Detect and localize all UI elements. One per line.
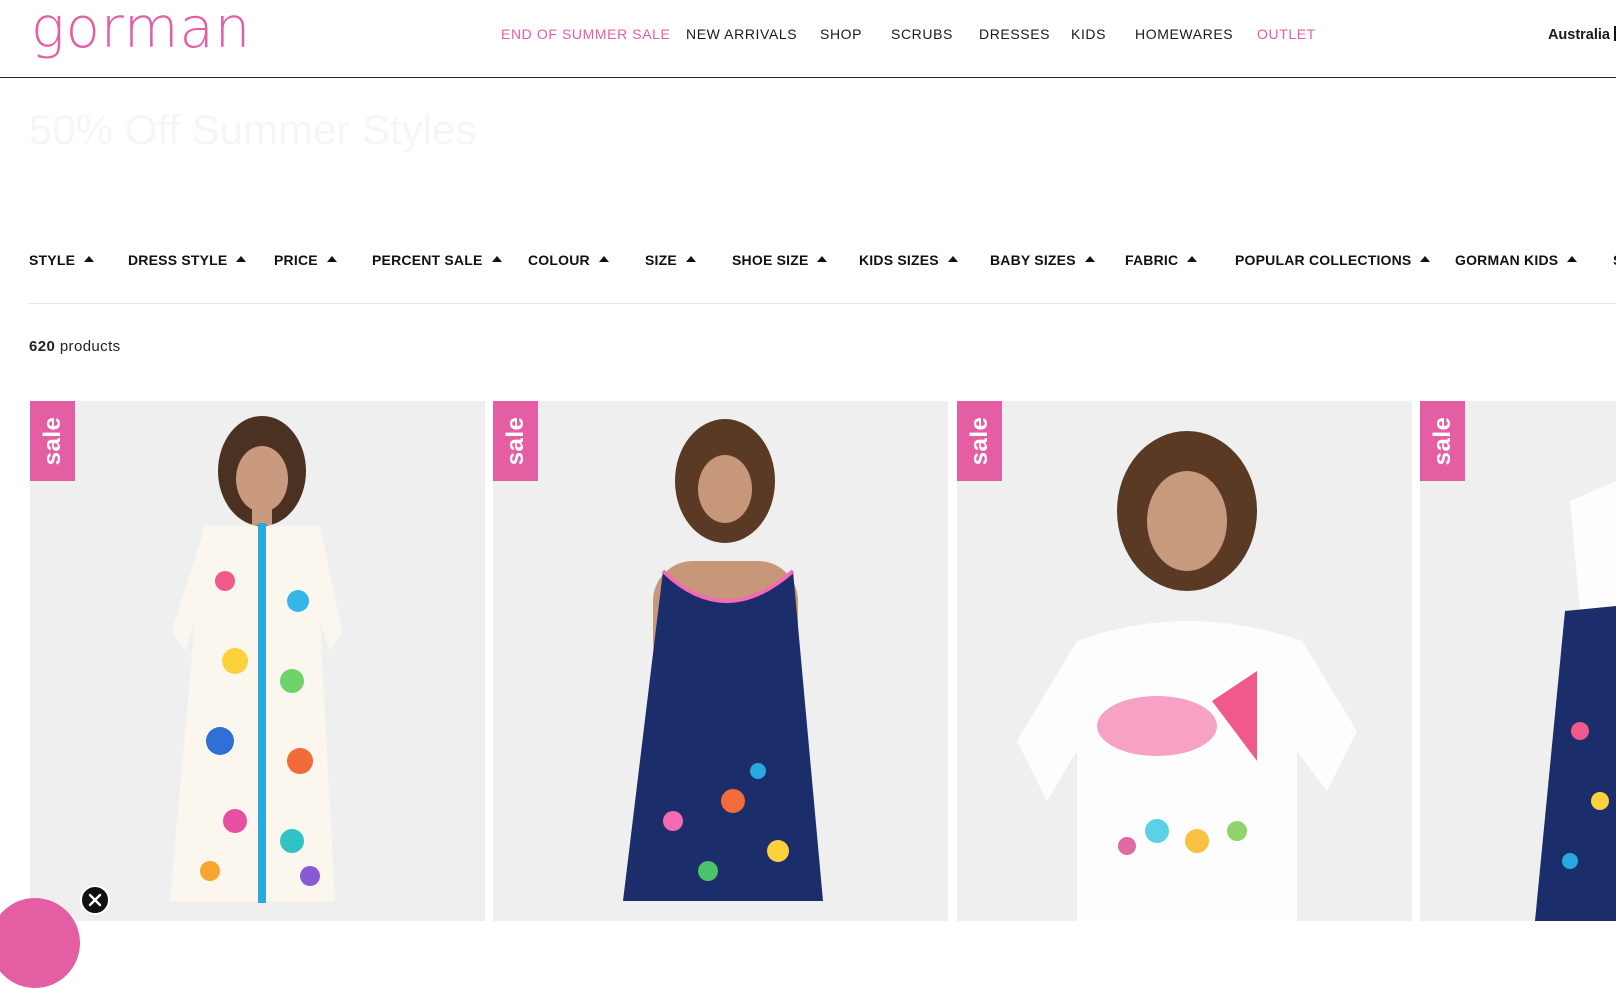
- filter-shoe-size[interactable]: SHOE SIZE: [732, 252, 828, 268]
- caret-up-icon: [1420, 256, 1431, 262]
- product-count: 620 products: [29, 338, 121, 355]
- product-count-label: products: [59, 338, 121, 355]
- product-card[interactable]: sale: [30, 401, 485, 921]
- filter-popular-collections[interactable]: POPULAR COLLECTIONS: [1235, 252, 1431, 268]
- filter-fabric[interactable]: FABRIC: [1125, 252, 1198, 268]
- filter-label: KIDS SIZES: [859, 252, 939, 268]
- caret-up-icon: [1084, 256, 1095, 262]
- nav-kids[interactable]: KIDS: [1071, 26, 1106, 42]
- nav-end-of-summer-sale[interactable]: END OF SUMMER SALE: [501, 26, 671, 42]
- sale-badge-label: sale: [38, 416, 66, 466]
- filter-colour[interactable]: COLOUR: [528, 252, 609, 268]
- sale-badge: sale: [30, 401, 75, 481]
- brand-logo[interactable]: gorman: [31, 0, 251, 64]
- filter-style[interactable]: STYLE: [29, 252, 95, 268]
- filter-label: BABY SIZES: [990, 252, 1076, 268]
- nav-homewares[interactable]: HOMEWARES: [1135, 26, 1233, 42]
- caret-up-icon: [947, 256, 958, 262]
- caret-up-icon: [598, 256, 609, 262]
- product-card[interactable]: sale: [957, 401, 1412, 921]
- filter-label: POPULAR COLLECTIONS: [1235, 252, 1412, 268]
- filter-label: SHOE SIZE: [732, 252, 809, 268]
- promo-bubble[interactable]: [0, 898, 80, 988]
- filter-label: STYLE: [29, 252, 76, 268]
- site-header: gorman END OF SUMMER SALE NEW ARRIVALS S…: [0, 0, 1616, 78]
- caret-up-icon: [1567, 256, 1578, 262]
- filter-dress-style[interactable]: DRESS STYLE: [128, 252, 247, 268]
- caret-up-icon: [84, 256, 95, 262]
- product-count-number: 620: [29, 338, 56, 355]
- filter-price[interactable]: PRICE: [274, 252, 337, 268]
- nav-dresses[interactable]: DRESSES: [979, 26, 1050, 42]
- filter-bar: STYLE DRESS STYLE PRICE PERCENT SALE COL…: [29, 252, 1616, 274]
- filter-label: GORMAN KIDS: [1455, 252, 1559, 268]
- sale-badge-label: sale: [1428, 416, 1456, 466]
- filter-size[interactable]: SIZE: [645, 252, 696, 268]
- filter-label: SIZE: [645, 252, 677, 268]
- filter-baby-sizes[interactable]: BABY SIZES: [990, 252, 1095, 268]
- sale-badge: sale: [957, 401, 1002, 481]
- close-icon[interactable]: [80, 885, 110, 915]
- product-image: [1017, 431, 1357, 921]
- filter-label: COLOUR: [528, 252, 590, 268]
- filter-label: DRESS STYLE: [128, 252, 228, 268]
- sale-badge-label: sale: [965, 416, 993, 466]
- caret-up-icon: [491, 256, 502, 262]
- region-label: Australia: [1547, 27, 1610, 43]
- filter-gorman-kids[interactable]: GORMAN KIDS: [1455, 252, 1578, 268]
- filter-label: FABRIC: [1125, 252, 1179, 268]
- product-image: [170, 416, 342, 903]
- nav-outlet[interactable]: OUTLET: [1257, 26, 1316, 42]
- product-image: [623, 419, 823, 901]
- caret-up-icon: [236, 256, 247, 262]
- nav-new-arrivals[interactable]: NEW ARRIVALS: [686, 26, 797, 42]
- caret-up-icon: [1187, 256, 1198, 262]
- region-selector[interactable]: Australia: [1548, 26, 1616, 43]
- page-title: 50% Off Summer Styles: [29, 106, 477, 153]
- divider: [29, 303, 1616, 304]
- product-card[interactable]: sale: [493, 401, 948, 921]
- sale-badge: sale: [493, 401, 538, 481]
- nav-shop[interactable]: SHOP: [820, 26, 862, 42]
- filter-kids-sizes[interactable]: KIDS SIZES: [859, 252, 958, 268]
- sale-badge: sale: [1420, 401, 1465, 481]
- filter-label: PERCENT SALE: [372, 252, 483, 268]
- filter-label: PRICE: [274, 252, 318, 268]
- filter-percent-sale[interactable]: PERCENT SALE: [372, 252, 502, 268]
- nav-scrubs[interactable]: SCRUBS: [891, 26, 953, 42]
- caret-up-icon: [817, 256, 828, 262]
- caret-up-icon: [326, 256, 337, 262]
- product-card[interactable]: sale: [1420, 401, 1616, 921]
- sale-badge-label: sale: [501, 416, 529, 466]
- caret-up-icon: [685, 256, 696, 262]
